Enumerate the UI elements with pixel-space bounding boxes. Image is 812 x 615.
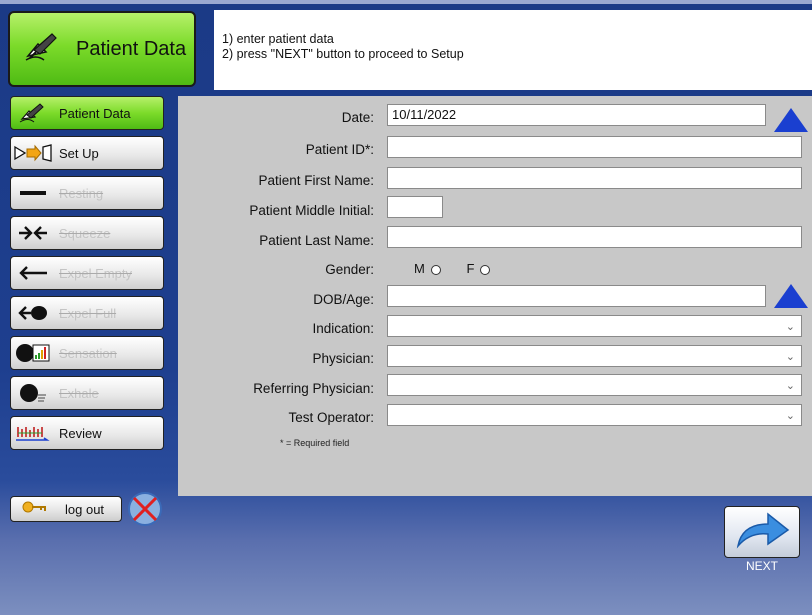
- sidebar-item-patient-data[interactable]: Patient Data: [10, 96, 164, 130]
- sidebar-item-squeeze[interactable]: Squeeze: [10, 216, 164, 250]
- resting-bar-icon: [11, 188, 55, 198]
- gender-m-radio[interactable]: [430, 264, 441, 275]
- gender-option-f[interactable]: F: [466, 261, 491, 276]
- next-button[interactable]: [724, 506, 800, 558]
- first-name-field[interactable]: [387, 167, 802, 189]
- chevron-down-icon: ⌄: [785, 410, 795, 422]
- date-label: Date:: [341, 110, 374, 125]
- sidebar-item-resting[interactable]: Resting: [10, 176, 164, 210]
- referring-physician-select[interactable]: ⌄: [387, 374, 802, 396]
- sidebar-item-review[interactable]: Review: [10, 416, 164, 450]
- logout-button[interactable]: log out: [10, 496, 122, 522]
- patient-id-label: Patient ID*:: [305, 142, 374, 157]
- date-field[interactable]: 10/11/2022: [387, 104, 766, 126]
- review-chart-icon: [11, 423, 55, 443]
- date-picker-triangle-icon[interactable]: [774, 108, 808, 132]
- sidebar-item-label: Resting: [59, 185, 104, 201]
- top-border: [0, 0, 812, 4]
- instructions-box: 1) enter patient data 2) press "NEXT" bu…: [214, 10, 812, 90]
- expel-empty-icon: [11, 263, 55, 283]
- sidebar-item-exhale[interactable]: Exhale: [10, 376, 164, 410]
- sidebar-item-expel-empty[interactable]: Expel Empty: [10, 256, 164, 290]
- gender-f-label: F: [466, 261, 475, 276]
- sidebar-item-label: Sensation: [59, 345, 117, 361]
- last-name-field[interactable]: [387, 226, 802, 248]
- expel-full-icon: [11, 303, 55, 323]
- sidebar-item-label: Patient Data: [59, 105, 131, 121]
- sidebar-item-label: Review: [59, 425, 102, 441]
- gender-label: Gender:: [325, 262, 374, 277]
- indication-label: Indication:: [312, 321, 374, 336]
- first-name-label: Patient First Name:: [258, 173, 374, 188]
- physician-select[interactable]: ⌄: [387, 345, 802, 367]
- test-operator-select[interactable]: ⌄: [387, 404, 802, 426]
- instruction-line-2: 2) press "NEXT" button to proceed to Set…: [222, 47, 464, 61]
- middle-initial-field[interactable]: [387, 196, 443, 218]
- middle-initial-label: Patient Middle Initial:: [249, 203, 374, 218]
- sidebar-item-sensation[interactable]: Sensation: [10, 336, 164, 370]
- gender-f-radio[interactable]: [480, 264, 491, 275]
- sensation-icon: [11, 341, 55, 365]
- next-label: NEXT: [745, 559, 778, 573]
- hand-writing-icon: [24, 30, 60, 69]
- sidebar-item-label: Set Up: [59, 145, 99, 161]
- dob-picker-triangle-icon[interactable]: [774, 284, 808, 308]
- physician-label: Physician:: [312, 351, 374, 366]
- header-title: Patient Data: [76, 37, 187, 60]
- referring-physician-label: Referring Physician:: [253, 381, 374, 396]
- hand-writing-icon: [11, 101, 55, 125]
- sidebar-item-label: Expel Full: [59, 305, 117, 321]
- sidebar-item-label: Exhale: [59, 385, 99, 401]
- sidebar: Patient Data Set Up Resting Squeeze Expe…: [10, 96, 164, 456]
- dob-label: DOB/Age:: [313, 292, 374, 307]
- sidebar-item-set-up[interactable]: Set Up: [10, 136, 164, 170]
- setup-arrow-icon: [11, 143, 55, 163]
- sidebar-item-label: Squeeze: [59, 225, 111, 241]
- last-name-label: Patient Last Name:: [259, 233, 374, 248]
- required-field-note: * = Required field: [280, 438, 350, 448]
- patient-id-field[interactable]: [387, 136, 802, 158]
- instruction-line-1: 1) enter patient data: [222, 32, 334, 46]
- key-icon: [21, 498, 47, 521]
- test-operator-label: Test Operator:: [288, 410, 374, 425]
- exhale-icon: [11, 381, 55, 405]
- chevron-down-icon: ⌄: [785, 380, 795, 392]
- dob-field[interactable]: [387, 285, 766, 307]
- chevron-down-icon: ⌄: [785, 351, 795, 363]
- date-value: 10/11/2022: [392, 107, 457, 122]
- sidebar-item-label: Expel Empty: [59, 265, 132, 281]
- sidebar-item-expel-full[interactable]: Expel Full: [10, 296, 164, 330]
- next-arrow-icon: [732, 510, 792, 555]
- indication-select[interactable]: ⌄: [387, 315, 802, 337]
- gender-m-label: M: [414, 261, 425, 276]
- no-entry-icon: [126, 490, 164, 533]
- squeeze-arrows-icon: [11, 223, 55, 243]
- logout-label: log out: [65, 501, 105, 517]
- gender-option-m[interactable]: M: [414, 261, 441, 276]
- header-patient-data-button[interactable]: Patient Data: [8, 11, 196, 87]
- chevron-down-icon: ⌄: [785, 321, 795, 333]
- gender-radio-group: M F: [414, 261, 491, 276]
